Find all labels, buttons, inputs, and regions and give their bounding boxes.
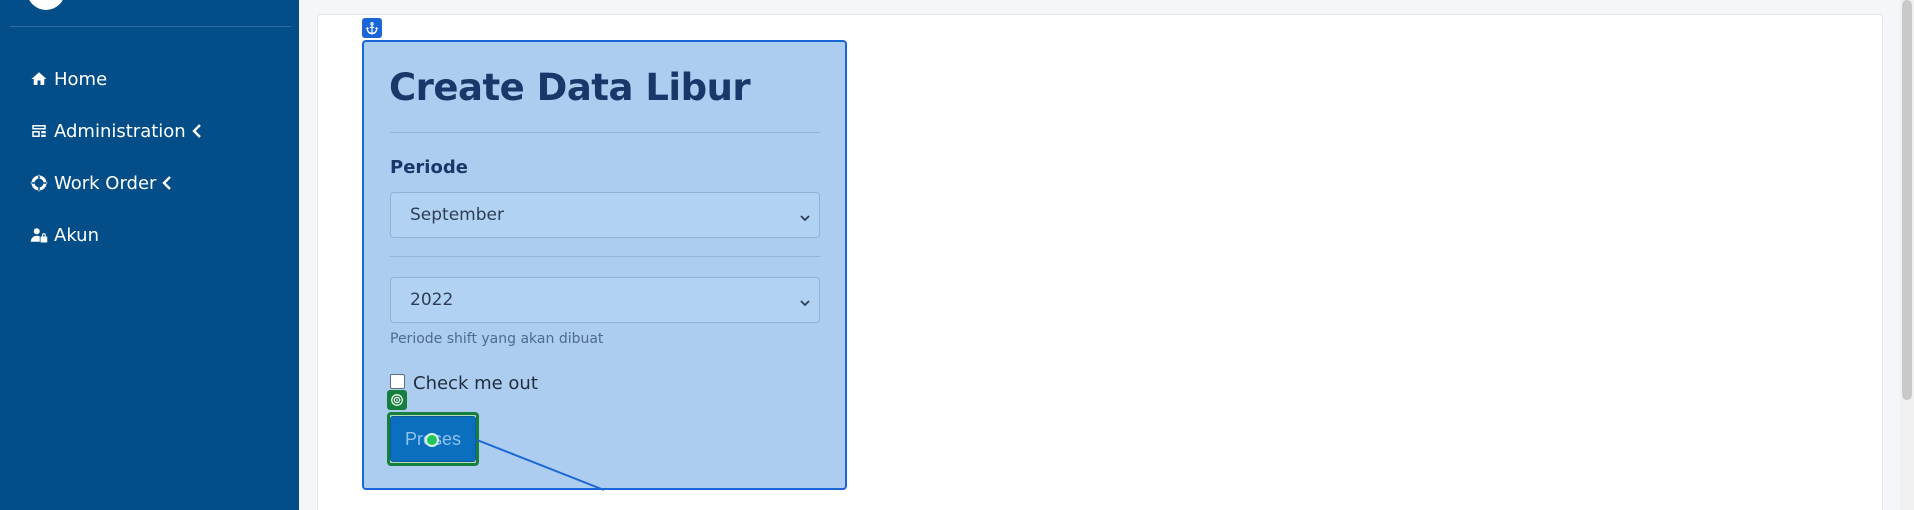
sidebar-item-label: Administration — [54, 120, 186, 142]
page-scrollbar[interactable] — [1900, 0, 1914, 510]
anchor-icon — [362, 18, 382, 38]
check-me-out-label[interactable]: Check me out — [413, 373, 538, 394]
chevron-left-icon — [192, 124, 202, 138]
divider — [390, 132, 820, 133]
brand-logo[interactable] — [27, 0, 65, 10]
form-title: Create Data Libur — [389, 66, 751, 109]
periode-help-text: Periode shift yang akan dibuat — [390, 331, 604, 347]
sidebar-item-home[interactable]: Home — [0, 53, 299, 105]
sidebar-item-label: Work Order — [54, 172, 157, 194]
periode-label: Periode — [390, 157, 468, 178]
sidebar-item-label: Home — [54, 68, 108, 90]
sidebar: Home Administration Work Order Akun — [0, 0, 299, 510]
month-select[interactable]: September — [390, 192, 820, 238]
divider — [390, 256, 820, 257]
chevron-down-icon — [799, 209, 811, 229]
target-icon — [387, 390, 407, 410]
cursor-indicator — [425, 433, 439, 447]
check-me-out-checkbox[interactable] — [390, 374, 405, 389]
home-icon — [28, 68, 50, 90]
scrollbar-thumb[interactable] — [1902, 0, 1912, 400]
admin-icon — [28, 120, 50, 142]
chevron-left-icon — [162, 176, 172, 190]
sidebar-nav: Home Administration Work Order Akun — [0, 53, 299, 261]
year-select-value: 2022 — [410, 290, 454, 310]
chevron-down-icon — [799, 294, 811, 314]
year-select[interactable]: 2022 — [390, 277, 820, 323]
sidebar-brand — [10, 0, 291, 27]
work-order-icon — [28, 172, 50, 194]
sidebar-item-work-order[interactable]: Work Order — [0, 157, 299, 209]
sidebar-item-administration[interactable]: Administration — [0, 105, 299, 157]
sidebar-item-akun[interactable]: Akun — [0, 209, 299, 261]
month-select-value: September — [410, 205, 504, 225]
sidebar-item-label: Akun — [54, 224, 99, 246]
user-lock-icon — [28, 224, 50, 246]
